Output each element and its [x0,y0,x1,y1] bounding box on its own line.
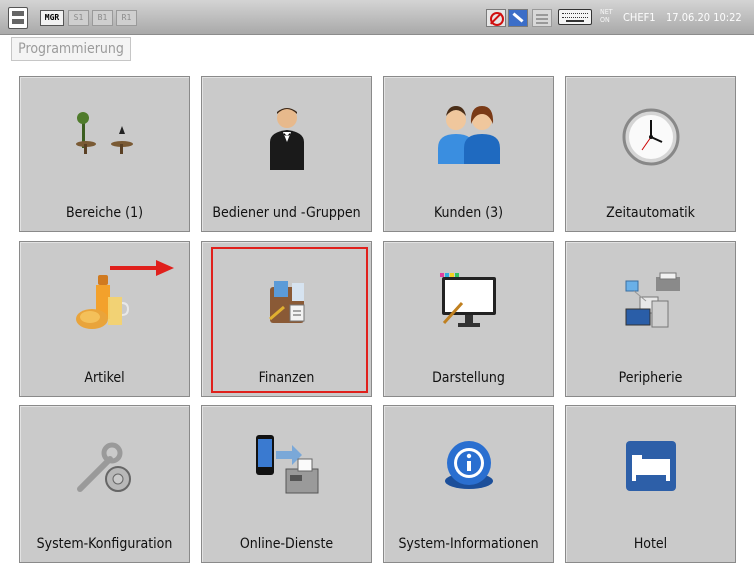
mode-button-r1[interactable]: R1 [116,10,137,26]
tile-peripherie[interactable]: Peripherie [565,241,736,397]
display-icon [439,273,496,327]
tile-system-informationen[interactable]: System-Informationen [383,405,554,563]
tile-label: Bediener und -Gruppen [212,205,361,221]
keyboard-icon[interactable] [558,9,592,25]
tile-bereiche[interactable]: Bereiche (1) [19,76,190,232]
top-status-bar: MGR S1 B1 R1 NET ON CHEF1 17.06.20 10:22 [0,0,754,35]
tile-label: Kunden (3) [433,205,504,221]
mode-button-mgr[interactable]: MGR [40,10,64,26]
tile-label: Peripherie [618,370,683,386]
tile-label: Zeitautomatik [606,205,695,221]
clock-icon [622,108,679,166]
highlight-box [211,247,368,393]
tile-label: Darstellung [432,370,505,386]
tile-online-dienste[interactable]: Online-Dienste [201,405,372,563]
bed-icon [625,441,676,491]
phone-fax-icon [255,435,318,494]
tile-label: Hotel [633,536,668,552]
tools-gear-icon [76,442,131,492]
tile-hotel[interactable]: Hotel [565,405,736,563]
pointer-arrow-icon [110,260,174,276]
tables-icon [75,112,133,154]
tile-system-konfiguration[interactable]: System-Konfiguration [19,405,190,563]
section-title: Programmierung [11,37,131,61]
tile-label: Artikel [84,370,125,386]
tile-label: Online-Dienste [239,536,334,552]
tile-kunden[interactable]: Kunden (3) [383,76,554,232]
network-arrow-icon[interactable] [508,9,528,27]
tile-label: System-Konfiguration [36,536,173,552]
tile-label: Bereiche (1) [65,205,143,221]
app-menu-icon[interactable] [8,7,28,29]
waiter-icon [269,108,304,170]
tile-bediener[interactable]: Bediener und -Gruppen [201,76,372,232]
mode-button-b1[interactable]: B1 [92,10,113,26]
net-status: NET ON [600,8,613,24]
tile-zeitautomatik[interactable]: Zeitautomatik [565,76,736,232]
customers-icon [437,106,500,164]
no-entry-icon[interactable] [486,9,506,27]
info-icon [444,441,493,489]
user-name: CHEF1 [623,11,656,24]
tile-darstellung[interactable]: Darstellung [383,241,554,397]
mode-button-s1[interactable]: S1 [68,10,89,26]
peripherals-icon [625,272,680,328]
tile-label: System-Informationen [398,536,539,552]
date-time: 17.06.20 10:22 [666,11,742,24]
cash-drawer-icon[interactable] [532,9,552,27]
